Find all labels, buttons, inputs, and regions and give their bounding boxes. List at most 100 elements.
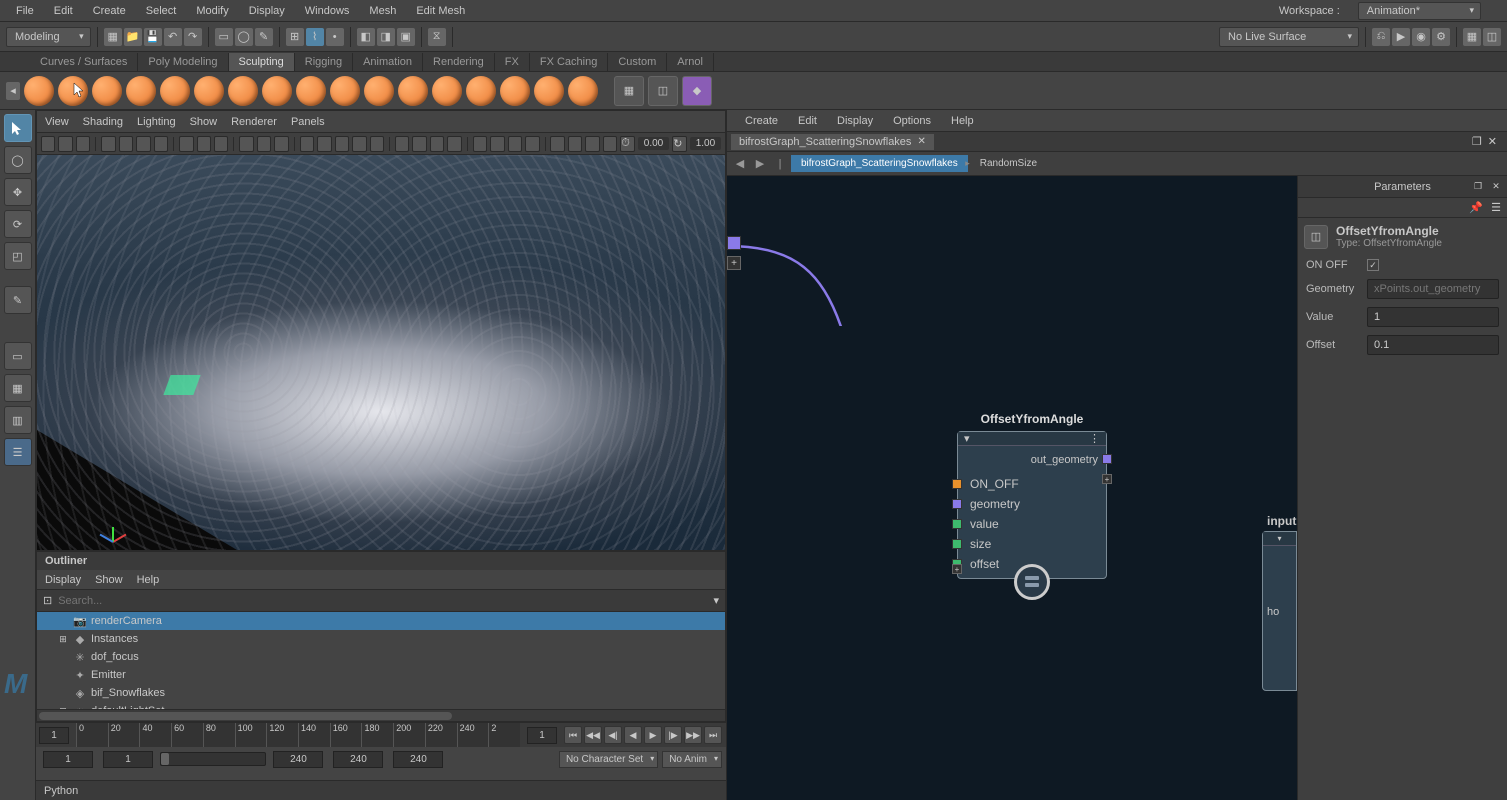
shelf-tab-curves[interactable]: Curves / Surfaces [30, 53, 138, 71]
search-dropdown-icon[interactable]: ▾ [713, 594, 719, 607]
shelf-tab-custom[interactable]: Custom [608, 53, 667, 71]
layout-single[interactable]: ▭ [4, 342, 32, 370]
shelf-tab-animation[interactable]: Animation [353, 53, 423, 71]
select-tool[interactable] [4, 114, 32, 142]
goto-start-icon[interactable]: ⏮ [564, 726, 582, 744]
vp-icon[interactable] [430, 136, 444, 152]
time-ruler[interactable]: 0204060801001201401601802002202402 [76, 723, 520, 747]
sculpt-tool-16[interactable] [534, 76, 564, 106]
vp-icon[interactable]: ↻ [672, 136, 686, 152]
sculpt-tool-14[interactable] [466, 76, 496, 106]
sculpt-tool-5[interactable] [160, 76, 190, 106]
nav-forward-icon[interactable]: ▶ [751, 155, 769, 173]
graph-menu-display[interactable]: Display [827, 111, 883, 131]
toggle-icon-2[interactable]: ◨ [377, 28, 395, 46]
out-menu-show[interactable]: Show [95, 574, 123, 586]
restore-icon[interactable]: ❐ [1471, 179, 1485, 193]
vp-menu-view[interactable]: View [45, 116, 69, 128]
lasso-icon[interactable]: ◯ [235, 28, 253, 46]
vp-icon[interactable] [473, 136, 487, 152]
menu-windows[interactable]: Windows [295, 1, 360, 21]
snap-grid-icon[interactable]: ⊞ [286, 28, 304, 46]
add-input-icon[interactable]: + [952, 564, 962, 574]
sculpt-tool-7[interactable] [228, 76, 258, 106]
out-port[interactable] [1102, 454, 1112, 464]
vp-icon[interactable] [490, 136, 504, 152]
paint-select-icon[interactable]: ✎ [255, 28, 273, 46]
graph-menu-help[interactable]: Help [941, 111, 984, 131]
input-node-fragment[interactable]: input ▾ ho [1262, 531, 1297, 691]
sculpt-tool-10[interactable] [330, 76, 360, 106]
vp-icon[interactable] [370, 136, 384, 152]
toggle-icon-3[interactable]: ▣ [397, 28, 415, 46]
outliner-search-input[interactable] [58, 595, 707, 607]
vp-menu-lighting[interactable]: Lighting [137, 116, 176, 128]
shelf-box-1[interactable]: ▦ [614, 76, 644, 106]
shelf-box-2[interactable]: ◫ [648, 76, 678, 106]
node-canvas[interactable]: + OffsetYfromAngle ▾⋮ out_geometry + ON_… [727, 176, 1297, 800]
range-total[interactable] [393, 751, 443, 768]
range-slider[interactable] [160, 752, 266, 766]
sculpt-tool-12[interactable] [398, 76, 428, 106]
step-forward-icon[interactable]: ▶▶ [684, 726, 702, 744]
vp-icon[interactable] [447, 136, 461, 152]
vp-icon[interactable] [585, 136, 599, 152]
shelf-tab-sculpting[interactable]: Sculpting [229, 53, 295, 71]
vp-icon[interactable] [525, 136, 539, 152]
menu-select[interactable]: Select [136, 1, 187, 21]
vp-menu-renderer[interactable]: Renderer [231, 116, 277, 128]
external-add-port[interactable]: + [727, 256, 741, 270]
input-port[interactable] [952, 479, 962, 489]
input-port[interactable] [952, 499, 962, 509]
vp-icon[interactable] [568, 136, 582, 152]
sym-icon[interactable]: ⧖ [428, 28, 446, 46]
sculpt-tool-8[interactable] [262, 76, 292, 106]
vp-icon[interactable] [41, 136, 55, 152]
anim-layer-dropdown[interactable]: No Anim [662, 751, 722, 768]
graph-menu-options[interactable]: Options [883, 111, 941, 131]
render-icon[interactable]: ▶ [1392, 28, 1410, 46]
vp-icon[interactable] [239, 136, 253, 152]
pin-icon[interactable]: 📌 [1469, 201, 1483, 214]
menu-mesh[interactable]: Mesh [359, 1, 406, 21]
close-panel-icon[interactable]: ✕ [1488, 135, 1497, 148]
range-start[interactable] [43, 751, 93, 768]
sculpt-tool-17[interactable] [568, 76, 598, 106]
nav-back-icon[interactable]: ◀ [731, 155, 749, 173]
vp-icon[interactable] [179, 136, 193, 152]
character-set-dropdown[interactable]: No Character Set [559, 751, 658, 768]
vp-icon[interactable] [395, 136, 409, 152]
outliner-scrollbar[interactable] [37, 709, 725, 721]
outliner-item[interactable]: ⊞ ◆ Instances [37, 630, 725, 648]
sculpt-tool-11[interactable] [364, 76, 394, 106]
mode-dropdown[interactable]: Modeling [6, 27, 91, 47]
out-menu-display[interactable]: Display [45, 574, 81, 586]
menu-icon[interactable]: ☰ [1491, 201, 1501, 214]
graph-menu-create[interactable]: Create [735, 111, 788, 131]
vp-icon[interactable] [550, 136, 564, 152]
key-back-icon[interactable]: ◀| [604, 726, 622, 744]
sculpt-tool-13[interactable] [432, 76, 462, 106]
undo-icon[interactable]: ↶ [164, 28, 182, 46]
goto-end-icon[interactable]: ⏭ [704, 726, 722, 744]
menu-edit[interactable]: Edit [44, 1, 83, 21]
vp-icon[interactable] [274, 136, 288, 152]
vp-icon[interactable] [335, 136, 349, 152]
shelf-box-3[interactable]: ◆ [682, 76, 712, 106]
new-scene-icon[interactable]: ▦ [104, 28, 122, 46]
rotate-tool[interactable]: ⟳ [4, 210, 32, 238]
redo-icon[interactable]: ↷ [184, 28, 202, 46]
script-language[interactable]: Python [44, 785, 78, 797]
ipr-icon[interactable]: ◉ [1412, 28, 1430, 46]
sculpt-tool-4[interactable] [126, 76, 156, 106]
range-in[interactable] [103, 751, 153, 768]
vp-icon[interactable] [257, 136, 271, 152]
vp-icon[interactable] [300, 136, 314, 152]
vp-icon[interactable] [412, 136, 426, 152]
step-back-icon[interactable]: ◀◀ [584, 726, 602, 744]
vp-icon[interactable] [603, 136, 617, 152]
select-mode-icon[interactable]: ▭ [215, 28, 233, 46]
shelf-tab-rendering[interactable]: Rendering [423, 53, 495, 71]
outliner-item[interactable]: ✳ dof_focus [37, 648, 725, 666]
input-node-header[interactable]: ▾ [1263, 532, 1296, 546]
